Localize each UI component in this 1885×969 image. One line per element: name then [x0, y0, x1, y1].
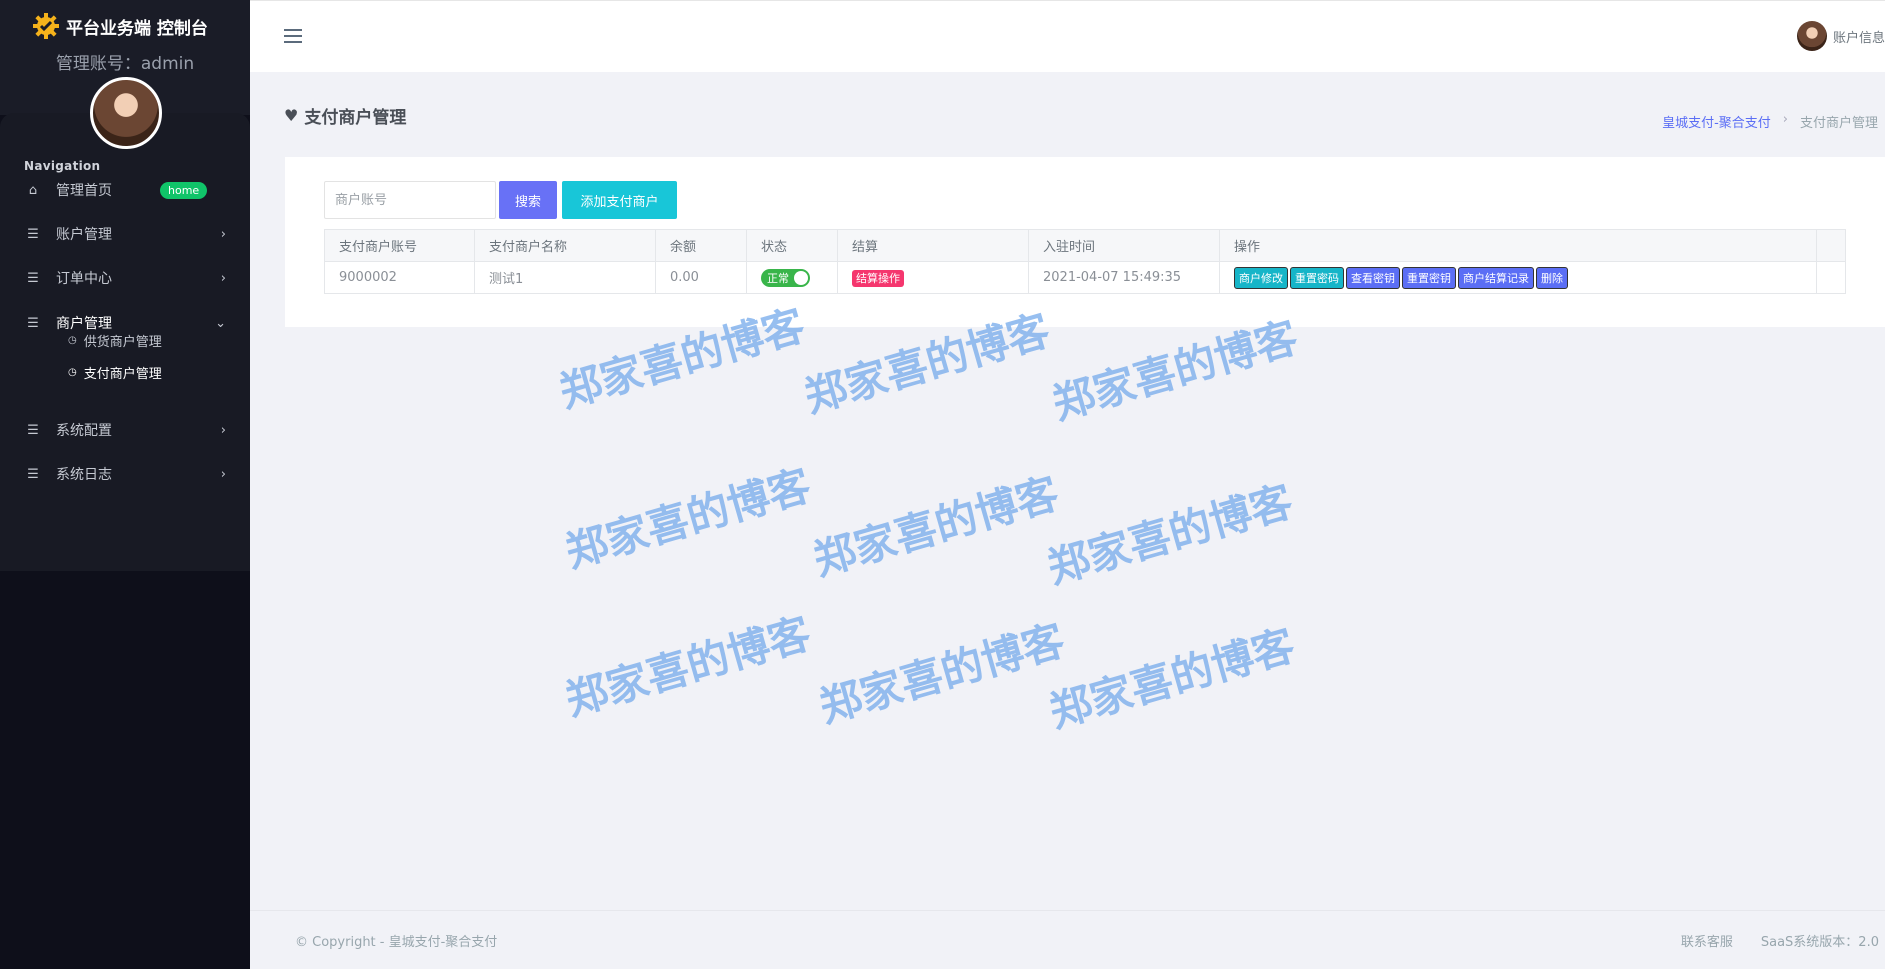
table-header-row: 支付商户账号 支付商户名称 余额 状态 结算 入驻时间 操作 [324, 229, 1846, 262]
sidebar-subitem-supplier[interactable]: ◷ 供货商户管理 [68, 326, 162, 354]
admin-account-label: 管理账号：admin [55, 54, 195, 74]
brand[interactable]: 平台业务端 控制台 [32, 12, 208, 40]
home-icon: ⌂ [28, 182, 38, 198]
breadcrumb: 皇城支付-聚合支付 › 支付商户管理 [1662, 112, 1878, 131]
merchant-table: 支付商户账号 支付商户名称 余额 状态 结算 入驻时间 操作 9000002 测… [324, 229, 1846, 294]
gear-logo-icon [33, 13, 59, 39]
topbar: 账户信息 [250, 0, 1885, 72]
search-button[interactable]: 搜索 [499, 181, 557, 219]
column-header-blank [1816, 229, 1846, 262]
view-key-button[interactable]: 查看密钥 [1346, 266, 1400, 289]
chevron-down-icon: ⌄ [215, 315, 226, 331]
sidebar-item-orders[interactable]: ☰ 订单中心 › [0, 258, 250, 298]
chevron-right-icon: › [220, 226, 226, 242]
column-header: 支付商户账号 [324, 229, 475, 262]
avatar[interactable] [90, 77, 162, 149]
list-icon: ☰ [27, 226, 39, 242]
sidebar-item-label: 系统日志 [56, 467, 112, 483]
watermark-text: 郑家喜的博客 [560, 608, 816, 725]
status-toggle[interactable]: 正常 [761, 268, 810, 287]
chevron-right-icon: › [220, 422, 226, 438]
merchant-card: 搜索 添加支付商户 支付商户账号 支付商户名称 余额 状态 结算 入驻时间 操作… [285, 157, 1885, 327]
column-header: 结算 [837, 229, 1029, 262]
breadcrumb-separator-icon: › [1782, 112, 1788, 127]
chevron-right-icon: › [220, 466, 226, 482]
avatar [1796, 21, 1827, 51]
column-header: 状态 [746, 229, 838, 262]
reset-key-button[interactable]: 重置密钥 [1402, 266, 1456, 289]
edit-merchant-button[interactable]: 商户修改 [1234, 266, 1288, 289]
column-header: 操作 [1219, 229, 1817, 262]
sidebar-item-logs[interactable]: ☰ 系统日志 › [0, 454, 250, 494]
clock-icon: ◷ [68, 366, 77, 378]
column-header: 支付商户名称 [474, 229, 656, 262]
footer-copyright: © Copyright - 皇城支付-聚合支付 [295, 935, 498, 950]
settlement-records-button[interactable]: 商户结算记录 [1458, 266, 1534, 289]
nav-panel: Navigation ⌂ 管理首页 home ☰ 账户管理 › ☰ 订单中心 ›… [0, 113, 250, 571]
watermark-text: 郑家喜的博客 [814, 615, 1070, 732]
cell-name: 测试1 [474, 261, 656, 294]
cell-blank [1816, 261, 1846, 294]
chevron-right-icon: › [220, 270, 226, 286]
list-icon: ☰ [27, 315, 39, 331]
list-icon: ☰ [27, 270, 39, 286]
search-input[interactable] [324, 181, 496, 219]
sidebar-item-accounts[interactable]: ☰ 账户管理 › [0, 214, 250, 254]
menu-toggle-icon[interactable] [284, 29, 302, 43]
heart-icon: ♥ [284, 106, 299, 125]
cell-status: 正常 [746, 261, 838, 294]
account-info-button[interactable]: 账户信息 [1796, 21, 1885, 51]
delete-button[interactable]: 删除 [1536, 266, 1568, 289]
page-title-text: 支付商户管理 [304, 108, 407, 128]
column-header: 入驻时间 [1028, 229, 1220, 262]
list-icon: ☰ [27, 466, 39, 482]
sidebar-item-label: 账户管理 [56, 227, 112, 243]
status-label: 正常 [767, 271, 789, 285]
sidebar-subitem-label: 供货商户管理 [83, 334, 162, 350]
column-header: 余额 [655, 229, 747, 262]
sidebar-subitem-payment[interactable]: ◷ 支付商户管理 [68, 358, 162, 386]
table-row: 9000002 测试1 0.00 正常 结算操作 2021-04-07 15:4… [324, 261, 1846, 294]
breadcrumb-home-link[interactable]: 皇城支付-聚合支付 [1662, 112, 1771, 131]
sidebar-item-home[interactable]: ⌂ 管理首页 home [0, 170, 250, 210]
version-label: SaaS系统版本：2.0 [1760, 935, 1879, 950]
cell-balance: 0.00 [655, 261, 747, 294]
footer: © Copyright - 皇城支付-聚合支付 联系客服 SaaS系统版本：2.… [250, 910, 1885, 969]
breadcrumb-current: 支付商户管理 [1799, 116, 1878, 131]
watermark-text: 郑家喜的博客 [808, 468, 1064, 585]
home-badge: home [160, 181, 208, 199]
cell-joined: 2021-04-07 15:49:35 [1028, 261, 1220, 294]
clock-icon: ◷ [68, 334, 77, 346]
footer-right: 联系客服 SaaS系统版本：2.0 [1653, 931, 1879, 950]
watermark-text: 郑家喜的博客 [560, 460, 816, 577]
cell-account: 9000002 [324, 261, 475, 294]
sidebar-item-label: 订单中心 [56, 271, 112, 287]
add-merchant-button[interactable]: 添加支付商户 [562, 181, 677, 219]
sidebar-subitem-label: 支付商户管理 [83, 366, 162, 382]
brand-title: 平台业务端 控制台 [66, 18, 208, 39]
toggle-knob [794, 270, 808, 285]
list-icon: ☰ [27, 422, 39, 438]
watermark-text: 郑家喜的博客 [1042, 476, 1298, 593]
page-title: ♥ 支付商户管理 [284, 103, 406, 128]
settle-button[interactable]: 结算操作 [852, 269, 904, 287]
sidebar-item-label: 系统配置 [56, 423, 112, 439]
sidebar-item-settings[interactable]: ☰ 系统配置 › [0, 410, 250, 450]
cell-settle: 结算操作 [837, 261, 1029, 294]
account-info-label: 账户信息 [1832, 30, 1885, 46]
sidebar: 平台业务端 控制台 管理账号：admin Navigation ⌂ 管理首页 h… [0, 0, 250, 969]
reset-password-button[interactable]: 重置密码 [1290, 266, 1344, 289]
sidebar-item-label: 管理首页 [56, 183, 112, 199]
contact-support-link[interactable]: 联系客服 [1681, 931, 1733, 950]
watermark-text: 郑家喜的博客 [1044, 620, 1300, 737]
cell-actions: 商户修改 重置密码 查看密钥 重置密钥 商户结算记录 删除 [1219, 261, 1817, 294]
